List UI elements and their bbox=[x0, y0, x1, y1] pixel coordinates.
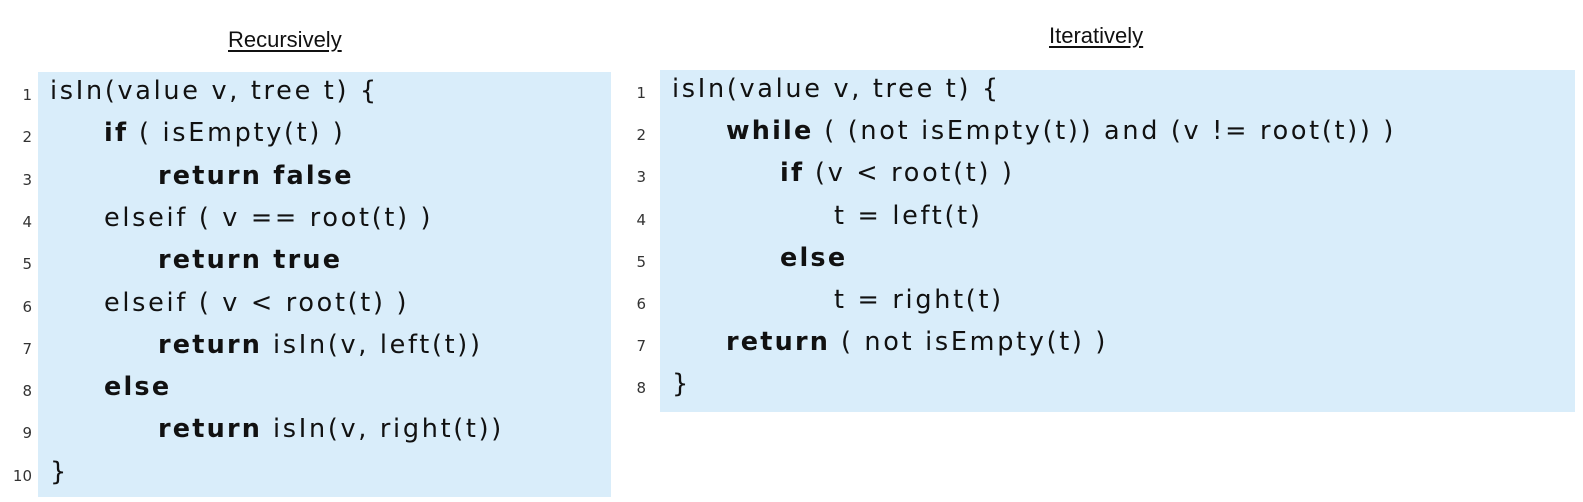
code-line: } bbox=[672, 369, 691, 399]
keyword: return bbox=[726, 327, 831, 358]
line-number: 5 bbox=[636, 252, 646, 271]
code-line: } bbox=[50, 457, 69, 487]
code-line: return false bbox=[158, 161, 354, 191]
line-number: 1 bbox=[22, 86, 32, 104]
code-text: isIn(v, left(t)) bbox=[262, 329, 483, 360]
code-line: t = left(t) bbox=[834, 201, 982, 231]
code-line: else bbox=[104, 372, 171, 402]
keyword: return bbox=[158, 329, 263, 360]
line-number: 3 bbox=[636, 168, 646, 187]
keyword: while bbox=[726, 116, 814, 147]
line-number: 9 bbox=[22, 424, 32, 443]
code-text: ( not isEmpty(t) ) bbox=[830, 327, 1109, 358]
line-number: 3 bbox=[22, 170, 32, 189]
line-number: 10 bbox=[12, 466, 32, 485]
code-text: elseif ( v == root(t) ) bbox=[104, 202, 434, 233]
line-number: 7 bbox=[636, 337, 646, 356]
line-number: 4 bbox=[636, 210, 646, 229]
keyword: return true bbox=[158, 245, 343, 276]
code-text: } bbox=[50, 456, 69, 487]
line-number: 6 bbox=[22, 297, 32, 316]
code-line: return ( not isEmpty(t) ) bbox=[726, 327, 1108, 357]
code-text: isIn(value v, tree t) { bbox=[50, 76, 379, 106]
code-line: return isIn(v, right(t)) bbox=[158, 414, 504, 444]
code-line: if (v < root(t) ) bbox=[780, 158, 1015, 188]
line-number: 2 bbox=[22, 128, 32, 147]
keyword: if bbox=[104, 118, 129, 149]
keyword: else bbox=[780, 242, 848, 273]
code-line: while ( (not isEmpty(t)) and (v != root(… bbox=[726, 116, 1396, 146]
keyword: return bbox=[158, 414, 263, 445]
line-number: 6 bbox=[636, 295, 646, 313]
code-text: elseif ( v < root(t) ) bbox=[104, 287, 410, 318]
keyword: return false bbox=[158, 160, 354, 191]
code-text: } bbox=[672, 369, 691, 400]
code-text: t = right(t) bbox=[834, 285, 1004, 315]
code-line: isIn(value v, tree t) { bbox=[50, 76, 379, 106]
code-line: return isIn(v, left(t)) bbox=[158, 330, 483, 360]
code-text: t = left(t) bbox=[834, 200, 983, 231]
code-line: t = right(t) bbox=[834, 285, 1004, 315]
code-text: isIn(v, right(t)) bbox=[262, 414, 504, 445]
keyword: else bbox=[104, 372, 172, 403]
code-text: isIn(value v, tree t) { bbox=[672, 74, 1001, 104]
line-number: 8 bbox=[22, 382, 32, 401]
code-line: return true bbox=[158, 245, 342, 275]
iterative-code-block: isIn(value v, tree t) { while ( (not isEm… bbox=[660, 70, 1575, 412]
code-text: ( (not isEmpty(t)) and (v != root(t)) ) bbox=[813, 116, 1396, 147]
line-number: 1 bbox=[636, 84, 646, 102]
keyword: if bbox=[780, 158, 805, 189]
line-number: 7 bbox=[22, 339, 32, 358]
code-line: isIn(value v, tree t) { bbox=[672, 74, 1001, 104]
iterative-title: Iteratively bbox=[1049, 23, 1144, 48]
code-line: elseif ( v == root(t) ) bbox=[104, 203, 433, 233]
code-line: else bbox=[780, 243, 847, 273]
recursive-code-block: isIn(value v, tree t) { if ( isEmpty(t) )… bbox=[38, 72, 611, 497]
code-text: (v < root(t) ) bbox=[804, 158, 1015, 189]
code-text: ( isEmpty(t) ) bbox=[128, 118, 346, 149]
recursive-title: Recursively bbox=[228, 27, 342, 52]
line-number: 8 bbox=[636, 379, 646, 398]
code-line: if ( isEmpty(t) ) bbox=[104, 118, 345, 148]
code-line: elseif ( v < root(t) ) bbox=[104, 288, 409, 318]
line-number: 2 bbox=[636, 126, 646, 145]
line-number: 4 bbox=[22, 212, 32, 231]
line-number: 5 bbox=[22, 255, 32, 274]
